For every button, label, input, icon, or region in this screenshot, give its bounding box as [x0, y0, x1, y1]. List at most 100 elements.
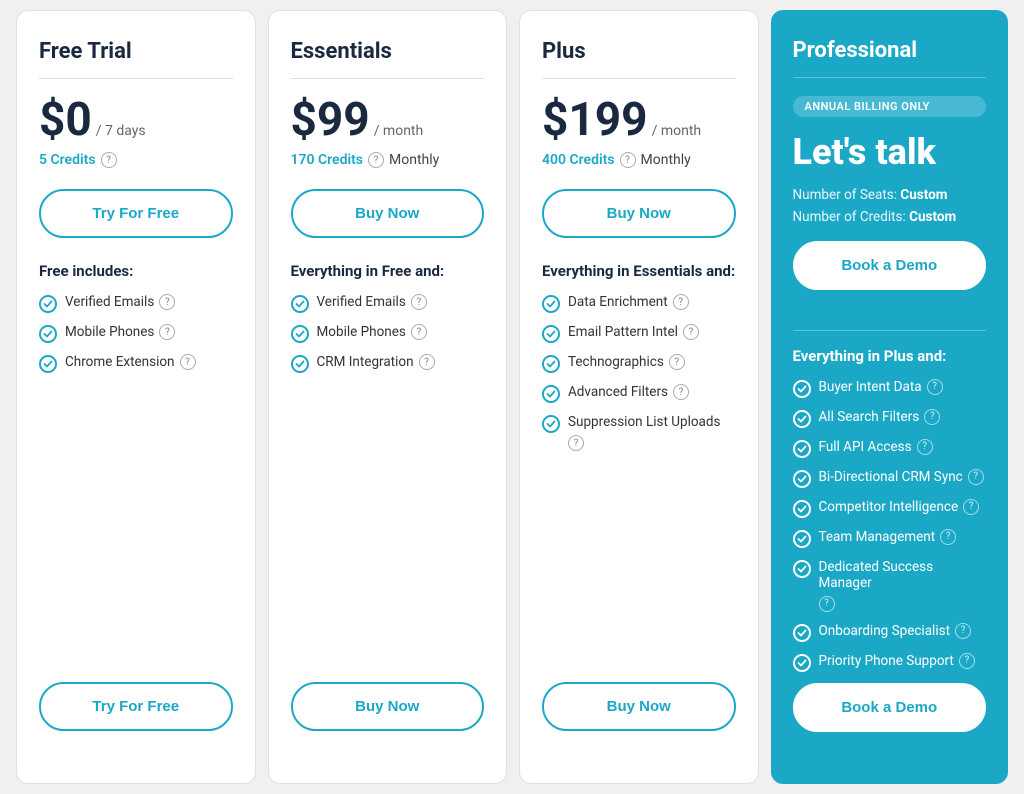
feature-mobile-phones-essentials: Mobile Phones ? — [291, 324, 485, 343]
feature-question-icon[interactable]: ? — [180, 354, 196, 370]
feature-question-icon[interactable]: ? — [924, 409, 940, 425]
plan-card-free-trial: Free Trial $0 / 7 days 5 Credits ? Try F… — [16, 10, 256, 784]
price-period-essentials: / month — [374, 123, 424, 139]
feature-competitor-intelligence: Competitor Intelligence ? — [793, 499, 987, 518]
check-icon — [793, 440, 811, 458]
divider-pro — [793, 77, 987, 78]
credits-label-free: 5 Credits — [39, 152, 96, 168]
feature-mobile-phones-free: Mobile Phones ? — [39, 324, 233, 343]
feature-question-icon[interactable]: ? — [959, 653, 975, 669]
feature-question-icon[interactable]: ? — [411, 294, 427, 310]
check-icon — [793, 500, 811, 518]
check-icon — [542, 355, 560, 373]
check-icon — [793, 654, 811, 672]
cta-bottom-professional[interactable]: Book a Demo — [793, 683, 987, 732]
seats-row: Number of Seats: Custom — [793, 187, 987, 203]
credits-label-plus: 400 Credits — [542, 152, 615, 168]
plan-card-professional: Professional ANNUAL BILLING ONLY Let's t… — [771, 10, 1009, 784]
feature-question-icon[interactable]: ? — [927, 379, 943, 395]
check-icon — [793, 470, 811, 488]
feature-buyer-intent-data: Buyer Intent Data ? — [793, 379, 987, 398]
check-icon — [39, 355, 57, 373]
feature-question-icon[interactable]: ? — [673, 294, 689, 310]
feature-onboarding-specialist: Onboarding Specialist ? — [793, 623, 987, 642]
feature-name-text: Verified Emails — [317, 294, 406, 310]
feature-email-pattern-intel: Email Pattern Intel ? — [542, 324, 736, 343]
feature-name-text: All Search Filters — [819, 409, 920, 425]
plan-title-essentials: Essentials — [291, 39, 485, 64]
cta-top-essentials[interactable]: Buy Now — [291, 189, 485, 238]
feature-full-api-access: Full API Access ? — [793, 439, 987, 458]
price-period-free: / 7 days — [96, 123, 146, 139]
credits-row-free: 5 Credits ? — [39, 149, 233, 171]
credits-row-pro: Number of Credits: Custom — [793, 209, 987, 225]
feature-question-icon[interactable]: ? — [673, 384, 689, 400]
plan-title-free: Free Trial — [39, 39, 233, 64]
check-icon — [39, 295, 57, 313]
feature-crm-integration-essentials: CRM Integration ? — [291, 354, 485, 373]
cta-bottom-essentials[interactable]: Buy Now — [291, 682, 485, 731]
price-amount-essentials: $99 — [291, 97, 370, 143]
check-icon — [793, 410, 811, 428]
feature-name-text: Bi-Directional CRM Sync — [819, 469, 963, 485]
feature-name-text: Team Management — [819, 529, 936, 545]
feature-question-icon[interactable]: ? — [411, 324, 427, 340]
plan-title-professional: Professional — [793, 38, 987, 63]
feature-name-text: Mobile Phones — [317, 324, 406, 340]
feature-name-text: Buyer Intent Data — [819, 379, 922, 395]
cta-bottom-free[interactable]: Try For Free — [39, 682, 233, 731]
feature-name-text: Onboarding Specialist — [819, 623, 951, 639]
features-heading-plus: Everything in Essentials and: — [542, 262, 736, 280]
feature-question-icon[interactable]: ? — [683, 324, 699, 340]
feature-question-icon[interactable]: ? — [917, 439, 933, 455]
credits-question-icon-essentials[interactable]: ? — [368, 152, 384, 168]
feature-name-text: Verified Emails — [65, 294, 154, 310]
cta-top-plus[interactable]: Buy Now — [542, 189, 736, 238]
feature-question-icon[interactable]: ? — [968, 469, 984, 485]
feature-dedicated-success-manager: Dedicated Success Manager ? — [793, 559, 987, 612]
feature-question-icon[interactable]: ? — [819, 596, 835, 612]
feature-question-icon[interactable]: ? — [159, 294, 175, 310]
check-icon — [542, 415, 560, 433]
check-icon — [793, 624, 811, 642]
features-heading-free: Free includes: — [39, 262, 233, 280]
check-icon — [793, 380, 811, 398]
credits-label-essentials: 170 Credits — [291, 152, 364, 168]
feature-chrome-extension-free: Chrome Extension ? — [39, 354, 233, 373]
cta-top-professional[interactable]: Book a Demo — [793, 241, 987, 290]
lets-talk: Let's talk — [793, 133, 987, 173]
price-amount-free: $0 — [39, 97, 92, 143]
divider — [542, 78, 736, 79]
feature-name-text: Email Pattern Intel — [568, 324, 678, 340]
check-icon — [793, 560, 811, 578]
feature-all-search-filters: All Search Filters ? — [793, 409, 987, 428]
feature-bi-directional-crm-sync: Bi-Directional CRM Sync ? — [793, 469, 987, 488]
feature-question-icon[interactable]: ? — [669, 354, 685, 370]
feature-question-icon[interactable]: ? — [159, 324, 175, 340]
credits-monthly-plus: Monthly — [641, 152, 691, 168]
plan-title-plus: Plus — [542, 39, 736, 64]
feature-question-icon[interactable]: ? — [940, 529, 956, 545]
feature-question-icon[interactable]: ? — [963, 499, 979, 515]
credits-question-icon-free[interactable]: ? — [101, 152, 117, 168]
feature-name-text: Data Enrichment — [568, 294, 668, 310]
feature-name-text: Dedicated Success Manager — [819, 559, 987, 591]
feature-data-enrichment: Data Enrichment ? — [542, 294, 736, 313]
feature-priority-phone-support: Priority Phone Support ? — [793, 653, 987, 672]
feature-name-text: CRM Integration — [317, 354, 414, 370]
feature-verified-emails-essentials: Verified Emails ? — [291, 294, 485, 313]
feature-question-icon[interactable]: ? — [419, 354, 435, 370]
cta-top-free[interactable]: Try For Free — [39, 189, 233, 238]
feature-name-text: Competitor Intelligence — [819, 499, 959, 515]
credits-value-pro: Custom — [909, 209, 956, 225]
price-row-plus: $199 / month — [542, 97, 736, 143]
price-amount-plus: $199 — [542, 97, 648, 143]
feature-question-icon[interactable]: ? — [568, 435, 584, 451]
features-heading-essentials: Everything in Free and: — [291, 262, 485, 280]
feature-question-icon[interactable]: ? — [955, 623, 971, 639]
credits-question-icon-plus[interactable]: ? — [620, 152, 636, 168]
check-icon — [39, 325, 57, 343]
check-icon — [291, 355, 309, 373]
plan-card-plus: Plus $199 / month 400 Credits ? Monthly … — [519, 10, 759, 784]
cta-bottom-plus[interactable]: Buy Now — [542, 682, 736, 731]
